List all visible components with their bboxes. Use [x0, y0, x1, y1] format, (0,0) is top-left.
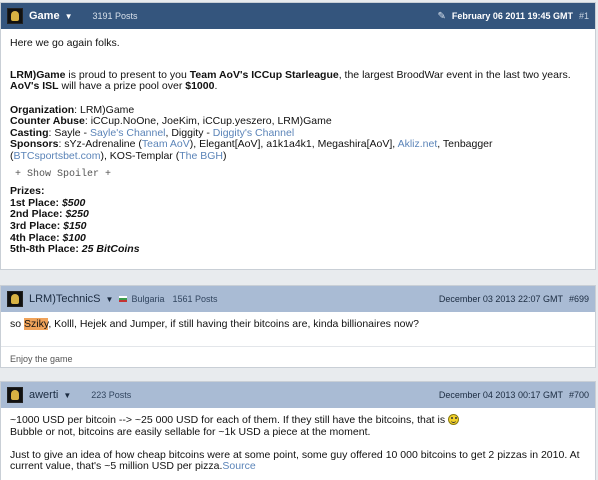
channel-link[interactable]: Diggity's Channel — [213, 127, 294, 139]
text: , Kolll, Hejek and Jumper, if still havi… — [48, 318, 419, 330]
post-number[interactable]: #700 — [569, 390, 589, 400]
post-count: 3191 Posts — [92, 11, 138, 21]
text: : sYz-Adrenaline ( — [58, 138, 142, 151]
sponsor-link[interactable]: BTCsportsbet.com — [14, 150, 101, 162]
value: : iCCup.NoOne, JoeKim, iCCup.yeszero, LR… — [84, 115, 332, 128]
race-icon — [11, 11, 19, 21]
bold-text: Team AoV's ICCup Starleague — [189, 68, 339, 81]
avatar[interactable] — [7, 8, 23, 24]
text: ~1000 USD per bitcoin --> ~25 000 USD fo… — [10, 414, 449, 426]
colon: : — [40, 185, 45, 198]
text: ), Elegant[AoV], a1k1a4k1, Megashira[AoV… — [189, 138, 398, 151]
edit-icon[interactable]: ✎ — [438, 11, 446, 22]
post-header: awerti ▼ 223 Posts December 04 2013 00:1… — [1, 382, 595, 408]
prize-amount: $250 — [65, 208, 89, 221]
forum-post: Game ▼ 3191 Posts ✎ February 06 2011 19:… — [0, 2, 596, 270]
post-text: so Sziky, Kolll, Hejek and Jumper, if st… — [10, 318, 586, 331]
sponsor-link[interactable]: Team AoV — [142, 138, 190, 151]
text: , Diggity - — [165, 126, 213, 139]
post-body: Here we go again folks. LRM)Game is prou… — [1, 29, 595, 265]
text: so — [10, 318, 25, 330]
text: : Sayle - — [48, 126, 90, 139]
text: Just to give an idea of how cheap bitcoi… — [10, 448, 580, 473]
value: : LRM)Game — [74, 103, 135, 116]
channel-link[interactable]: Sayle's Channel — [90, 127, 166, 139]
post-date: February 06 2011 19:45 GMT — [451, 11, 573, 21]
post-count: 223 Posts — [91, 390, 132, 400]
bulgaria-flag-icon — [119, 296, 128, 302]
post-text: Just to give an idea of how cheap bitcoi… — [10, 448, 586, 473]
post-header: Game ▼ 3191 Posts ✎ February 06 2011 19:… — [1, 3, 595, 29]
text: ) — [222, 149, 227, 162]
avatar[interactable] — [7, 291, 23, 307]
forum-post: LRM)TechnicS ▼ Bulgaria 1561 Posts Decem… — [0, 285, 596, 368]
prize-row: 2nd Place: $250 — [10, 209, 586, 221]
prize-row: 5th-8th Place: 25 BitCoins — [10, 243, 586, 256]
source-link[interactable]: Source — [222, 460, 255, 473]
text: is proud to present to you — [65, 68, 190, 81]
sponsor-link[interactable]: The BGH — [179, 150, 223, 162]
text: , the largest BroodWar event in the last… — [338, 68, 571, 81]
text: , Tenbagger — [437, 138, 493, 151]
label: Sponsors — [10, 138, 59, 151]
label: Organization — [10, 103, 75, 116]
prize-place: 5th-8th Place — [10, 243, 76, 256]
text: will have a prize pool over — [58, 80, 186, 93]
chevron-down-icon[interactable]: ▼ — [106, 295, 114, 304]
prize-amount: $100 — [62, 231, 86, 244]
username[interactable]: LRM)TechnicS — [29, 293, 101, 305]
post-body: so Sziky, Kolll, Hejek and Jumper, if st… — [1, 312, 595, 346]
username[interactable]: awerti — [29, 389, 58, 401]
show-spoiler-button[interactable]: + Show Spoiler + — [15, 169, 586, 181]
bold-text: $1000 — [185, 80, 215, 93]
post-body: ~1000 USD per bitcoin --> ~25 000 USD fo… — [1, 408, 595, 480]
post-number[interactable]: #1 — [579, 11, 589, 21]
info-sponsors: Sponsors: sYz-Adrenaline (Team AoV), Ele… — [10, 139, 586, 162]
prize-place: 1st Place — [10, 196, 56, 209]
prize-amount: $500 — [61, 196, 86, 209]
country: Bulgaria — [131, 294, 165, 304]
prize-place: 3rd Place — [10, 219, 57, 232]
post-header: LRM)TechnicS ▼ Bulgaria 1561 Posts Decem… — [1, 286, 595, 312]
prizes-heading: Prizes: — [10, 185, 586, 198]
prize-amount: $150 — [63, 219, 87, 232]
forum-post: awerti ▼ 223 Posts December 04 2013 00:1… — [0, 381, 596, 480]
text: ), KOS-Templar ( — [100, 149, 180, 162]
post-text: ~1000 USD per bitcoin --> ~25 000 USD fo… — [10, 414, 586, 427]
username[interactable]: Game — [29, 10, 60, 22]
chevron-down-icon[interactable]: ▼ — [63, 391, 71, 400]
prize-place: 2nd Place — [10, 208, 60, 221]
label: Prizes — [10, 185, 41, 198]
post-date: December 04 2013 00:17 GMT — [438, 390, 563, 400]
post-count: 1561 Posts — [172, 294, 218, 304]
prize-amount: 25 BitCoins — [81, 243, 140, 256]
post-text: Here we go again folks. — [10, 37, 120, 49]
highlighted-name: Sziky — [24, 318, 49, 330]
avatar[interactable] — [7, 387, 23, 403]
signature: Enjoy the game — [1, 346, 595, 368]
text: . — [214, 80, 218, 93]
post-date: December 03 2013 22:07 GMT — [438, 294, 563, 304]
label: Counter Abuse — [10, 115, 85, 128]
prize-place: 4th Place — [10, 231, 57, 244]
smiley-icon — [448, 414, 460, 425]
race-icon — [11, 390, 19, 400]
race-icon — [11, 294, 19, 304]
prize-row: 1st Place: $500 — [10, 196, 586, 210]
post-text: Bubble or not, bitcoins are easily sella… — [10, 425, 371, 438]
chevron-down-icon[interactable]: ▼ — [65, 12, 73, 21]
bold-text: AoV's ISL — [10, 80, 59, 93]
label: Casting — [10, 126, 49, 139]
prize-row: 3rd Place: $150 — [10, 219, 586, 233]
post-text: LRM)Game is proud to present to you Team… — [10, 68, 586, 93]
sponsor-link[interactable]: Akliz.net — [398, 138, 438, 151]
bold-text: LRM)Game — [10, 68, 66, 81]
post-number[interactable]: #699 — [569, 294, 589, 304]
